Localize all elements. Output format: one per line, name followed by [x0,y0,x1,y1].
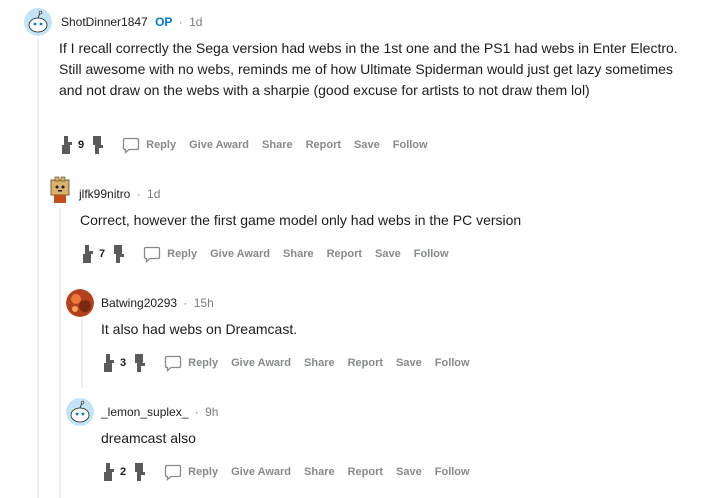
reply-button[interactable]: Reply [164,464,218,481]
op-badge: OP [155,15,173,29]
share-button[interactable]: Share [304,357,335,369]
comment-bubble-icon [164,355,182,372]
box-character-avatar-icon [46,176,74,204]
give-award-button[interactable]: Give Award [210,248,270,260]
comment-actions: 9 Reply Give Award Share Report Save Fol… [59,133,428,157]
author-link[interactable]: jlfk99nitro [79,187,130,201]
save-button[interactable]: Save [375,248,401,260]
author-link[interactable]: _lemon_suplex_ [101,405,188,419]
avatar[interactable] [66,289,94,317]
downvote-icon[interactable] [132,353,146,373]
report-button[interactable]: Report [348,466,383,478]
reply-label: Reply [188,357,219,369]
downvote-icon[interactable] [111,244,125,264]
reply-button[interactable]: Reply [122,137,176,154]
follow-button[interactable]: Follow [414,248,449,260]
reply-label: Reply [146,139,177,151]
comment-meta: _lemon_suplex_ · 9h [101,404,218,420]
avatar[interactable] [46,176,74,204]
follow-button[interactable]: Follow [393,139,428,151]
snoo-avatar-icon [24,8,52,36]
separator: · [194,405,199,419]
share-button[interactable]: Share [304,466,335,478]
upvote-icon[interactable] [80,244,94,264]
thread-line[interactable] [37,38,39,498]
report-button[interactable]: Report [348,357,383,369]
reply-button[interactable]: Reply [143,246,197,263]
share-button[interactable]: Share [262,139,293,151]
orange-avatar-icon [66,289,94,317]
reply-label: Reply [188,466,219,478]
comment-actions: 7 Reply Give Award Share Report Save Fol… [80,242,449,266]
timestamp[interactable]: 9h [205,405,218,419]
upvote-icon[interactable] [101,353,115,373]
upvote-icon[interactable] [59,135,73,155]
reply-button[interactable]: Reply [164,355,218,372]
upvote-icon[interactable] [101,462,115,482]
separator: · [178,15,183,29]
follow-button[interactable]: Follow [435,357,470,369]
thread-line[interactable] [59,208,61,498]
comment-body: Correct, however the first game model on… [80,212,522,228]
separator: · [183,296,188,310]
comment-actions: 2 Reply Give Award Share Report Save Fol… [101,460,470,484]
timestamp[interactable]: 1d [147,187,160,201]
give-award-button[interactable]: Give Award [231,466,291,478]
comment-body: dreamcast also [101,430,196,446]
comment-actions: 3 Reply Give Award Share Report Save Fol… [101,351,470,375]
separator: · [136,187,141,201]
share-button[interactable]: Share [283,248,314,260]
comment-meta: ShotDinner1847 OP · 1d [61,14,202,30]
vote-score: 9 [78,139,85,151]
avatar[interactable] [24,8,52,36]
vote-score: 2 [120,466,127,478]
timestamp[interactable]: 15h [194,296,214,310]
author-link[interactable]: Batwing20293 [101,296,177,310]
give-award-button[interactable]: Give Award [189,139,249,151]
comment-bubble-icon [122,137,140,154]
save-button[interactable]: Save [396,357,422,369]
give-award-button[interactable]: Give Award [231,357,291,369]
comment-meta: Batwing20293 · 15h [101,295,214,311]
downvote-icon[interactable] [90,135,104,155]
comment-bubble-icon [164,464,182,481]
thread-line[interactable] [81,318,83,388]
downvote-icon[interactable] [132,462,146,482]
reply-label: Reply [167,248,198,260]
report-button[interactable]: Report [306,139,341,151]
vote-score: 7 [99,248,106,260]
follow-button[interactable]: Follow [435,466,470,478]
comment-meta: jlfk99nitro · 1d [79,186,160,202]
save-button[interactable]: Save [354,139,380,151]
report-button[interactable]: Report [327,248,362,260]
snoo-avatar-icon [66,398,94,426]
avatar[interactable] [66,398,94,426]
vote-score: 3 [120,357,127,369]
timestamp[interactable]: 1d [189,15,202,29]
author-link[interactable]: ShotDinner1847 [61,15,148,29]
comment-body: If I recall correctly the Sega version h… [59,40,678,98]
comment-body: It also had webs on Dreamcast. [101,321,298,337]
comment-bubble-icon [143,246,161,263]
save-button[interactable]: Save [396,466,422,478]
